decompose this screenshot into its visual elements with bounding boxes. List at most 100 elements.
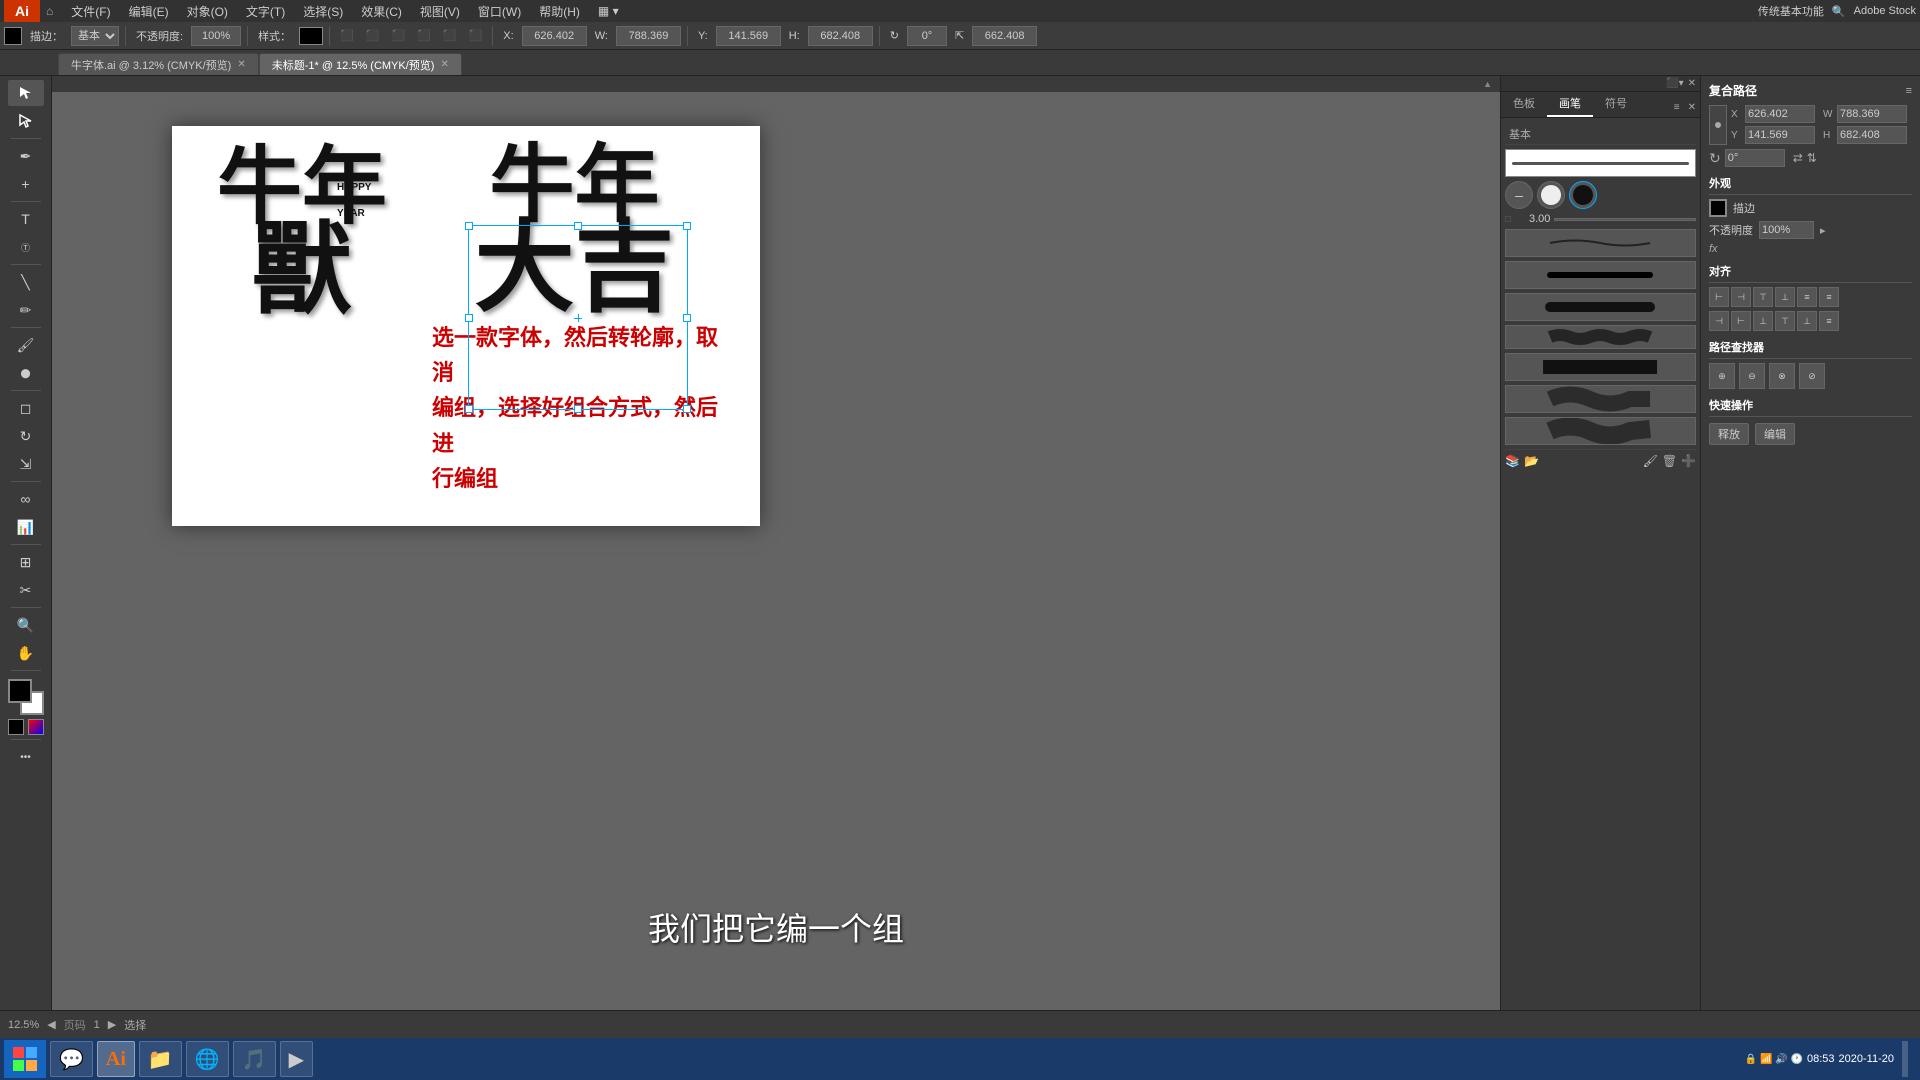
fg-swatch[interactable] — [8, 679, 32, 703]
rotate-tool[interactable]: ↻ — [8, 423, 44, 449]
taskbar-wechat[interactable]: 💬 — [50, 1041, 93, 1077]
transform-proxy[interactable] — [1709, 105, 1727, 145]
pathfinder-unite[interactable]: ⊕ — [1709, 363, 1735, 389]
blob-brush-tool[interactable]: ⬤ — [8, 360, 44, 386]
taskbar-illustrator[interactable]: Ai — [97, 1041, 135, 1077]
zoom-tool[interactable]: 🔍 — [8, 612, 44, 638]
dist-top-btn[interactable]: ⊤ — [1775, 311, 1795, 331]
brush-open-icon[interactable]: 📂 — [1524, 454, 1539, 468]
direct-select-tool[interactable] — [8, 108, 44, 134]
home-icon[interactable]: ⌂ — [46, 4, 53, 18]
search-icon[interactable]: 🔍 — [1832, 5, 1846, 18]
brush-preview-3[interactable] — [1505, 293, 1696, 321]
dist-right-btn[interactable]: ⊥ — [1753, 311, 1773, 331]
opacity-expand-icon[interactable]: ▸ — [1820, 224, 1826, 237]
y-input[interactable] — [716, 26, 781, 46]
page-number[interactable]: 1 — [94, 1019, 100, 1031]
tab-file-1[interactable]: 牛字体.ai @ 3.12% (CMYK/预览) ✕ — [58, 53, 259, 75]
slice-tool[interactable]: ✂ — [8, 577, 44, 603]
align-top-icon[interactable]: ⬛ — [413, 27, 435, 44]
align-center-btn[interactable]: ⊣ — [1731, 287, 1751, 307]
type-tool[interactable]: T — [8, 206, 44, 232]
gradient-swatch[interactable] — [28, 719, 44, 735]
adobe-stock[interactable]: Adobe Stock — [1854, 5, 1916, 17]
stroke-color-box[interactable] — [1709, 199, 1727, 217]
eraser-tool[interactable]: ◻ — [8, 395, 44, 421]
menu-text[interactable]: 文字(T) — [238, 1, 293, 22]
brush-preview-5[interactable] — [1505, 353, 1696, 381]
hand-tool[interactable]: ✋ — [8, 640, 44, 666]
taskbar-media[interactable]: 🎵 — [233, 1041, 276, 1077]
opacity-prop-input[interactable] — [1759, 221, 1814, 239]
zoom-prev-icon[interactable]: ◀ — [47, 1018, 55, 1031]
h-input[interactable] — [808, 26, 873, 46]
menu-object[interactable]: 对象(O) — [179, 1, 236, 22]
scale-tool[interactable]: ⇲ — [8, 451, 44, 477]
align-top-btn[interactable]: ⊥ — [1775, 287, 1795, 307]
menu-help[interactable]: 帮助(H) — [531, 1, 588, 22]
rotate-input[interactable] — [907, 26, 947, 46]
pathfinder-intersect[interactable]: ⊗ — [1769, 363, 1795, 389]
brush-add-icon[interactable]: ➕ — [1681, 454, 1696, 468]
shear-input[interactable] — [972, 26, 1037, 46]
blend-tool[interactable]: ∞ — [8, 486, 44, 512]
props-options-icon[interactable]: ≡ — [1906, 85, 1912, 97]
shear-icon[interactable]: ⇱ — [951, 27, 968, 44]
add-anchor-tool[interactable]: + — [8, 171, 44, 197]
brush-lib-icon[interactable]: 📚 — [1505, 454, 1520, 468]
x-input[interactable] — [522, 26, 587, 46]
none-swatch[interactable] — [8, 719, 24, 735]
dist-bottom-btn[interactable]: ≡ — [1819, 311, 1839, 331]
panel-collapse-icon[interactable]: ✕ — [1688, 78, 1696, 89]
brush-none[interactable]: – — [1505, 181, 1533, 209]
tab-close-2[interactable]: ✕ — [440, 59, 448, 70]
align-mid-icon[interactable]: ⬛ — [439, 27, 461, 44]
brush-paint-icon[interactable]: 🖌 — [1643, 454, 1658, 468]
stroke-color-swatch[interactable] — [4, 27, 22, 45]
tab-close-1[interactable]: ✕ — [237, 59, 245, 70]
stroke-type-select[interactable]: 基本 — [71, 26, 119, 46]
column-graph-tool[interactable]: 📊 — [8, 514, 44, 540]
h-prop-input[interactable] — [1837, 126, 1907, 144]
brush-white-dot[interactable] — [1537, 181, 1565, 209]
more-tools[interactable]: ••• — [8, 744, 44, 770]
align-right-icon[interactable]: ⬛ — [387, 27, 409, 44]
align-bottom-icon[interactable]: ⬛ — [465, 27, 487, 44]
rotate-prop-input[interactable] — [1725, 149, 1785, 167]
menu-file[interactable]: 文件(F) — [63, 1, 118, 22]
pen-tool[interactable]: ✒ — [8, 143, 44, 169]
align-left-icon[interactable]: ⬛ — [336, 27, 358, 44]
brush-preview-6[interactable] — [1505, 385, 1696, 413]
taskbar-player[interactable]: ▶ — [280, 1041, 313, 1077]
brush-preview-2[interactable] — [1505, 261, 1696, 289]
menu-select[interactable]: 选择(S) — [295, 1, 351, 22]
paintbrush-tool[interactable]: 🖌 — [8, 332, 44, 358]
menu-extra[interactable]: ▦ ▾ — [590, 2, 627, 20]
y-prop-input[interactable] — [1745, 126, 1815, 144]
menu-window[interactable]: 窗口(W) — [470, 1, 529, 22]
rotate-icon[interactable]: ↻ — [886, 27, 903, 44]
x-prop-input[interactable] — [1745, 105, 1815, 123]
menu-edit[interactable]: 编辑(E) — [121, 1, 177, 22]
brush-preview-1[interactable] — [1505, 229, 1696, 257]
show-desktop-btn[interactable] — [1902, 1041, 1908, 1077]
style-preview[interactable] — [299, 27, 323, 45]
brush-stroke-selected[interactable] — [1505, 149, 1696, 177]
w-input[interactable] — [616, 26, 681, 46]
align-bottom-btn[interactable]: ≡ — [1819, 287, 1839, 307]
flip-v-icon[interactable]: ⇅ — [1807, 151, 1817, 165]
touch-type-tool[interactable]: Ⓣ — [8, 234, 44, 260]
align-left-btn[interactable]: ⊢ — [1709, 287, 1729, 307]
pencil-tool[interactable]: ✏ — [8, 297, 44, 323]
dist-center-btn[interactable]: ⊢ — [1731, 311, 1751, 331]
w-prop-input[interactable] — [1837, 105, 1907, 123]
page-next-icon[interactable]: ▶ — [108, 1018, 116, 1031]
align-center-icon[interactable]: ⬛ — [362, 27, 384, 44]
select-tool[interactable] — [8, 80, 44, 106]
dist-left-btn[interactable]: ⊣ — [1709, 311, 1729, 331]
opacity-input[interactable] — [191, 26, 241, 46]
flip-h-icon[interactable]: ⇄ — [1793, 151, 1803, 165]
menu-view[interactable]: 视图(V) — [412, 1, 468, 22]
panel-menu-icon[interactable]: ⬛▾ — [1666, 78, 1683, 89]
workspace-label[interactable]: 传统基本功能 — [1758, 3, 1824, 19]
